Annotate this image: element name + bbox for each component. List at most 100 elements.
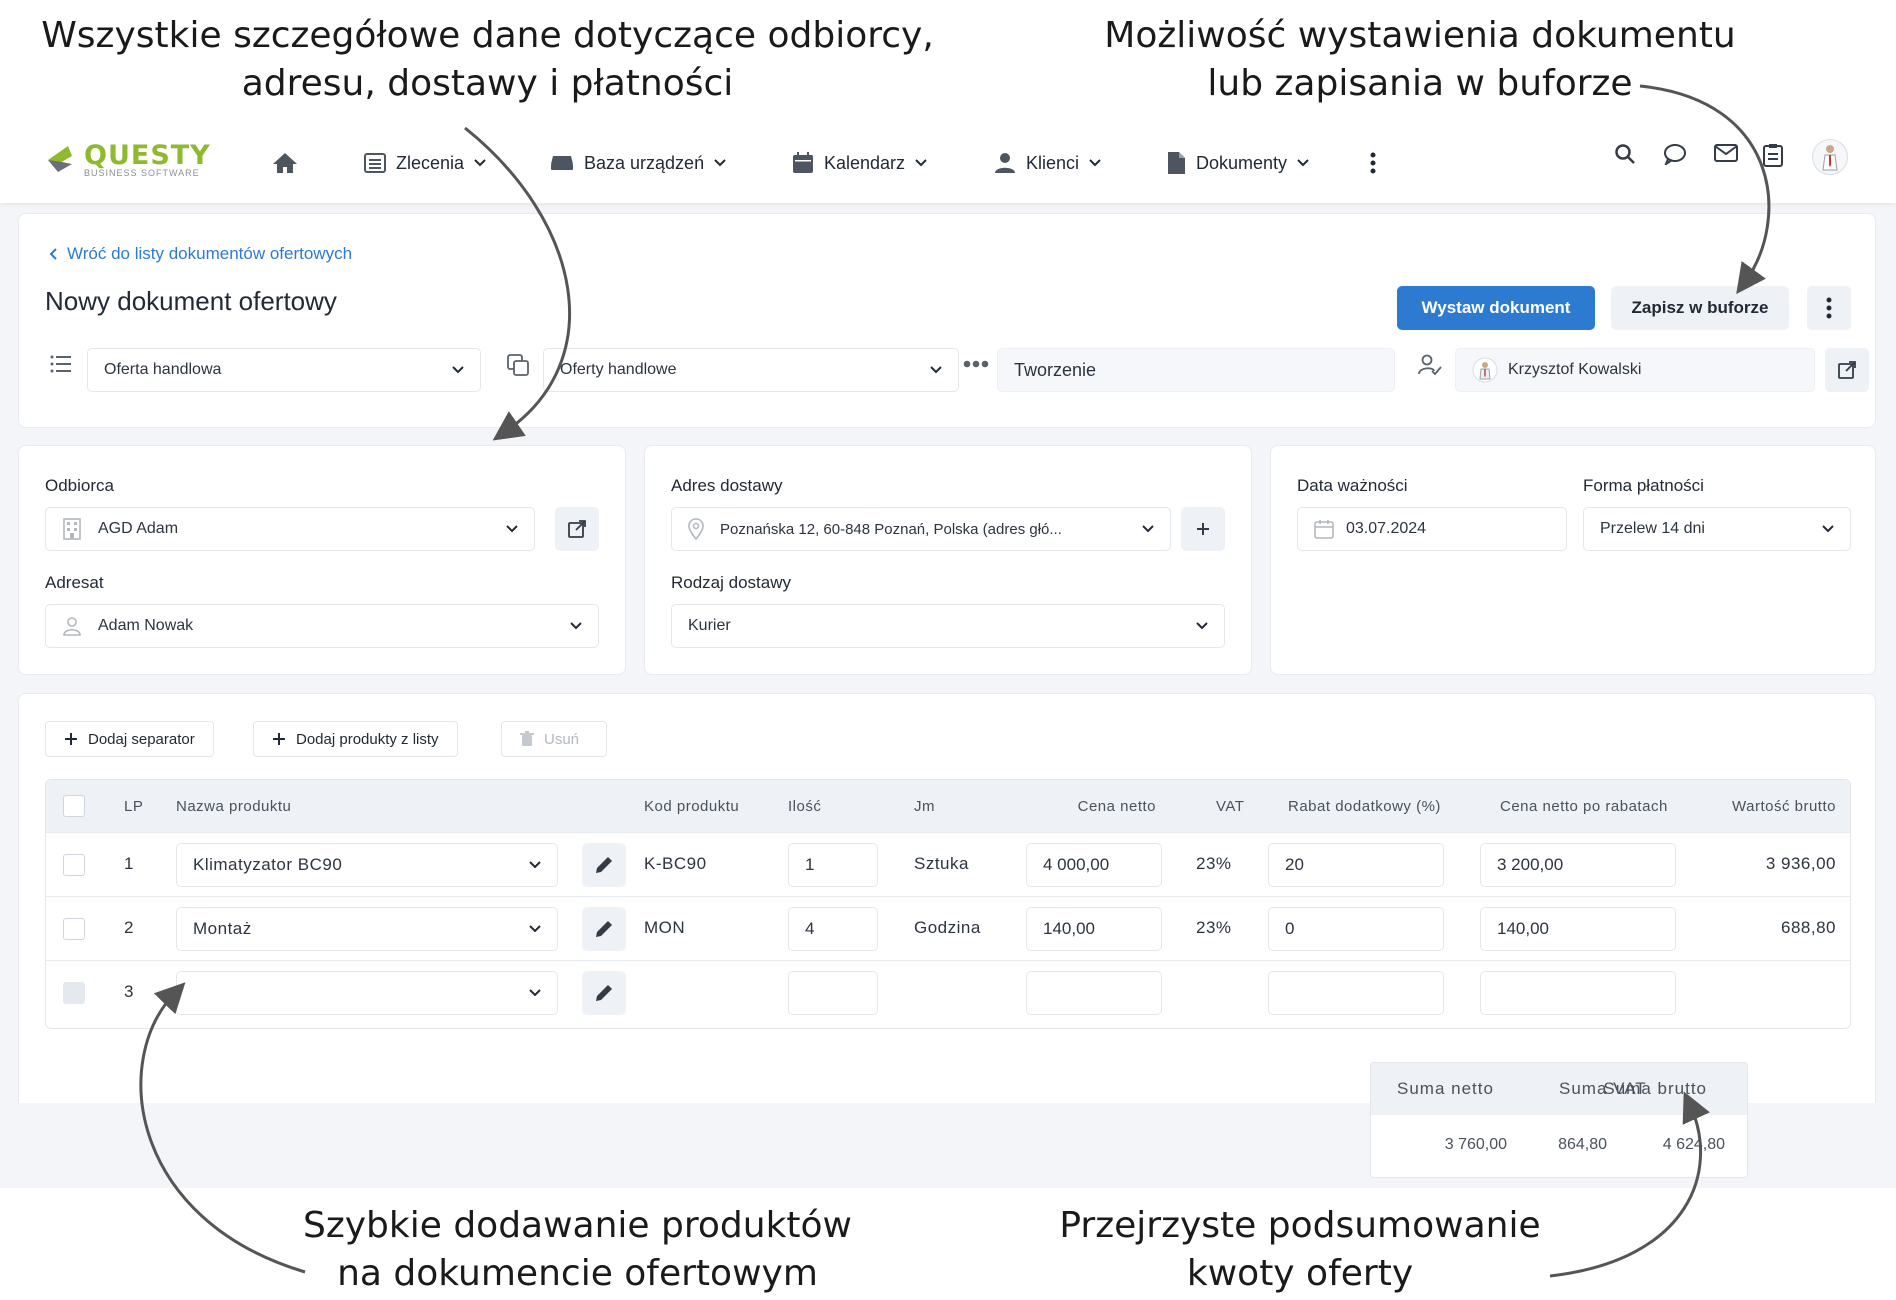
row-lp: 2: [124, 918, 134, 937]
person-icon: [63, 617, 81, 636]
quantity-input[interactable]: [788, 971, 878, 1015]
select-value: Oferty handlowe: [560, 361, 677, 378]
external-link-icon: [1838, 361, 1856, 379]
search-button[interactable]: [1614, 143, 1636, 165]
net-price-input[interactable]: [1026, 971, 1162, 1015]
chevron-down-icon: [506, 525, 518, 533]
product-name-select[interactable]: Klimatyzator BC90: [176, 843, 558, 887]
payment-method-value: Przelew 14 dni: [1600, 520, 1705, 537]
header-name: Nazwa produktu: [176, 798, 292, 815]
edit-product-button[interactable]: [582, 907, 626, 951]
calendar-icon: [1314, 520, 1334, 539]
user-check-icon: [1417, 352, 1443, 378]
add-separator-button[interactable]: Dodaj separator: [45, 721, 214, 757]
discount-input[interactable]: 0: [1268, 907, 1444, 951]
delivery-address-select[interactable]: Poznańska 12, 60-848 Poznań, Polska (adr…: [671, 507, 1171, 551]
nav-label: Klienci: [1026, 152, 1080, 173]
add-products-from-list-button[interactable]: Dodaj produkty z listy: [253, 721, 458, 757]
row-lp: 3: [124, 982, 134, 1001]
avatar[interactable]: [1812, 139, 1848, 175]
discount-input[interactable]: 20: [1268, 843, 1444, 887]
row-checkbox[interactable]: [63, 854, 85, 876]
edit-product-button[interactable]: [582, 971, 626, 1015]
product-code: K-BC90: [644, 854, 707, 873]
quantity-input[interactable]: 1: [788, 843, 878, 887]
annotation-line: Przejrzyste podsumowanie: [1059, 1205, 1541, 1246]
pencil-icon: [596, 921, 612, 937]
pencil-icon: [596, 857, 612, 873]
nav-more-button[interactable]: [1370, 145, 1376, 181]
row-checkbox[interactable]: [63, 918, 85, 940]
chevron-down-icon: [1822, 525, 1834, 533]
more-vertical-icon: [1370, 152, 1376, 174]
discount-input[interactable]: [1268, 971, 1444, 1015]
device-icon: [551, 156, 573, 170]
table-row: 2 Montaż MON 4 Godzina 140,00 23% 0 140,…: [46, 896, 1850, 960]
quantity-input[interactable]: 4: [788, 907, 878, 951]
nav-dokumenty[interactable]: Dokumenty: [1166, 145, 1309, 181]
calendar-icon: [793, 152, 813, 173]
delete-button[interactable]: Usuń: [501, 721, 607, 757]
net-price-input[interactable]: 140,00: [1026, 907, 1162, 951]
document-type-select[interactable]: Oferta handlowa: [87, 348, 481, 392]
unit: Godzina: [914, 918, 981, 937]
edit-product-button[interactable]: [582, 843, 626, 887]
button-label: Dodaj separator: [88, 730, 195, 748]
header-net-price: Cena netto: [1077, 798, 1156, 815]
chat-button[interactable]: [1663, 143, 1687, 165]
chevron-down-icon: [452, 366, 464, 374]
sum-gross-label: Suma brutto: [1603, 1079, 1707, 1098]
logo-icon: [48, 146, 72, 172]
save-to-buffer-button[interactable]: Zapisz w buforze: [1611, 286, 1789, 330]
back-link[interactable]: Wróć do listy dokumentów ofertowych: [49, 244, 352, 264]
net-after-discount-input[interactable]: 140,00: [1480, 907, 1676, 951]
nav-klienci[interactable]: Klienci: [994, 145, 1101, 181]
nav-baza-urzadzen[interactable]: Baza urządzeń: [550, 145, 726, 181]
recipient-select[interactable]: AGD Adam: [45, 507, 535, 551]
chevron-down-icon: [1142, 525, 1154, 533]
open-owner-button[interactable]: [1825, 348, 1869, 392]
issue-document-button[interactable]: Wystaw dokument: [1397, 286, 1595, 330]
product-name-select[interactable]: Montaż: [176, 907, 558, 951]
nav-kalendarz[interactable]: Kalendarz: [792, 145, 927, 181]
clipboard-button[interactable]: [1762, 143, 1784, 167]
select-all-checkbox[interactable]: [63, 795, 85, 817]
status-field: Tworzenie: [997, 348, 1395, 392]
open-recipient-button[interactable]: [555, 507, 599, 551]
annotation-quick-add-products: Szybkie dodawanie produktów na dokumenci…: [255, 1202, 900, 1298]
document-series-select[interactable]: Oferty handlowe: [543, 348, 959, 392]
chevron-down-icon: [570, 622, 582, 630]
button-label: Dodaj produkty z listy: [296, 730, 439, 748]
net-price-input[interactable]: 4 000,00: [1026, 843, 1162, 887]
addressee-select[interactable]: Adam Nowak: [45, 604, 599, 648]
delivery-type-select[interactable]: Kurier: [671, 604, 1225, 648]
chevron-down-icon: [529, 861, 541, 869]
product-name-value: Montaż: [193, 919, 252, 938]
net-after-discount-input[interactable]: 3 200,00: [1480, 843, 1676, 887]
logo[interactable]: QUESTY BUSINESS SOFTWARE: [44, 142, 211, 178]
sum-vat-value: 864,80: [1558, 1136, 1607, 1153]
search-icon: [1615, 144, 1635, 164]
nav-zlecenia[interactable]: Zlecenia: [364, 145, 486, 181]
back-link-label: Wróć do listy dokumentów ofertowych: [67, 244, 353, 263]
add-address-button[interactable]: [1181, 507, 1225, 551]
gross-value: 3 936,00: [1765, 854, 1836, 873]
validity-date-input[interactable]: 03.07.2024: [1297, 507, 1567, 551]
payment-method-label: Forma płatności: [1583, 476, 1704, 495]
nav-home[interactable]: [272, 145, 298, 181]
button-label: Usuń: [544, 730, 580, 748]
header-more-button[interactable]: [1807, 286, 1851, 330]
row-checkbox[interactable]: [63, 982, 85, 1004]
chevron-down-icon: [930, 366, 942, 374]
unit: Sztuka: [914, 854, 969, 873]
payment-method-select[interactable]: Przelew 14 dni: [1583, 507, 1851, 551]
mail-button[interactable]: [1714, 143, 1738, 163]
net-after-discount-input[interactable]: [1480, 971, 1676, 1015]
chat-icon: [1664, 144, 1686, 165]
product-name-select[interactable]: [176, 971, 558, 1015]
delivery-type-value: Kurier: [688, 617, 731, 634]
mail-icon: [1714, 144, 1738, 162]
app-window: QUESTY BUSINESS SOFTWARE Zlecenia Baza u…: [0, 123, 1896, 1188]
header-net-after-discount: Cena netto po rabatach: [1500, 798, 1668, 815]
header-unit: Jm: [914, 798, 935, 815]
